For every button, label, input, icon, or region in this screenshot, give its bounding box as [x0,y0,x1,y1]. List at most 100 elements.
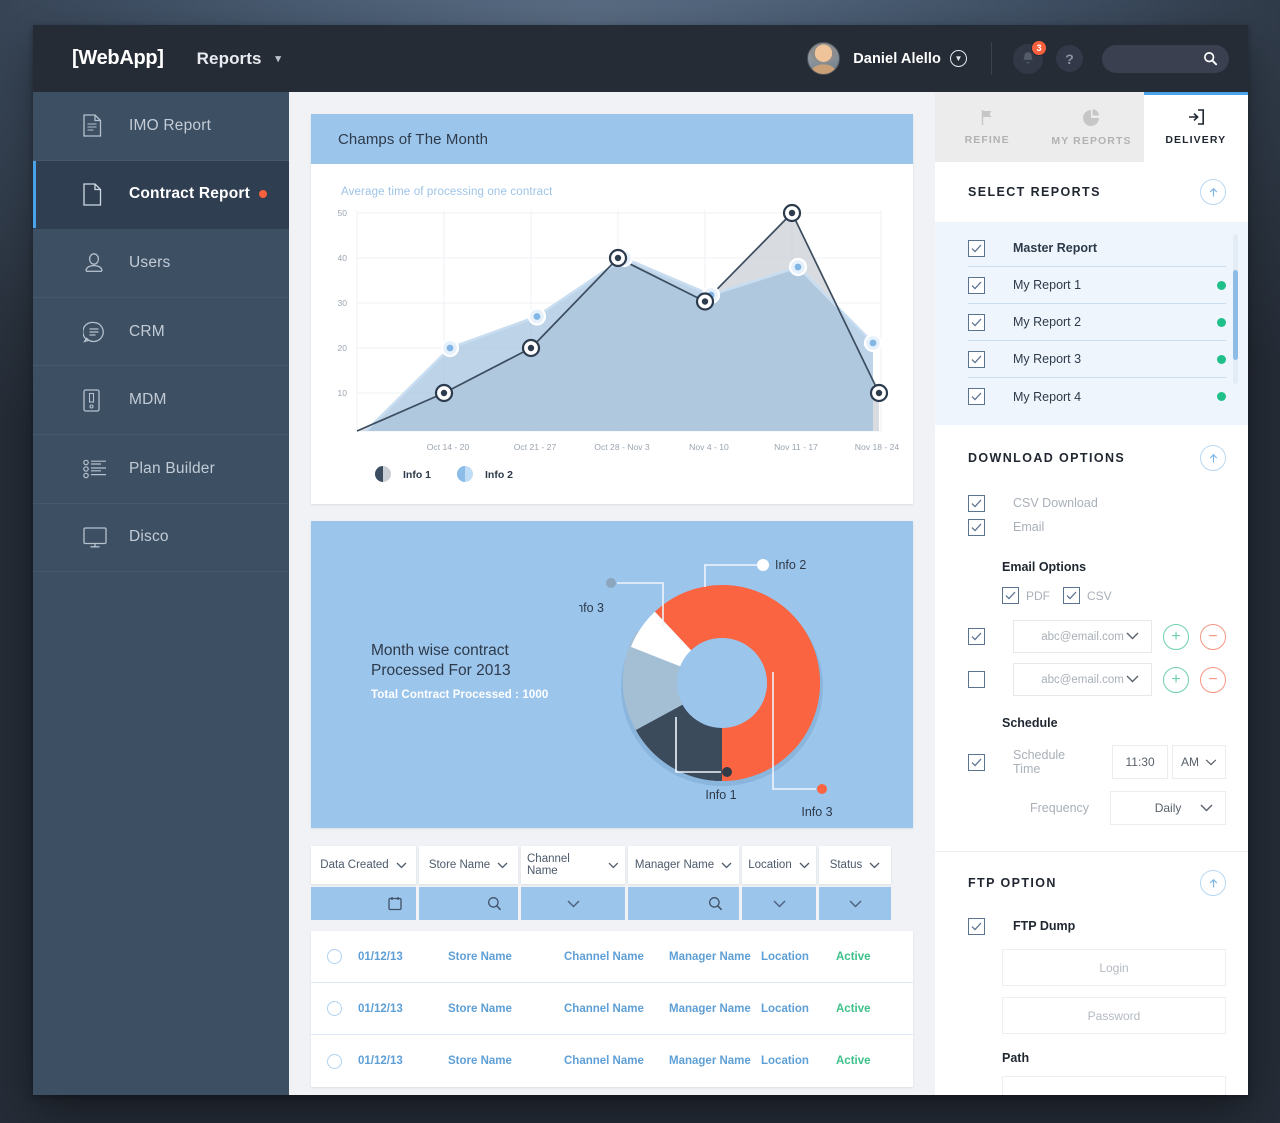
option-ftp-dump[interactable]: FTP Dump [968,914,1226,938]
report-item-my-report-1[interactable]: My Report 1 [968,267,1226,304]
remove-email-button[interactable]: − [1200,667,1226,693]
tab-refine[interactable]: REFINE [935,92,1039,162]
email-select-1[interactable]: abc@email.com [1013,620,1152,653]
option-label: Email [1013,520,1044,534]
schedule-label: Schedule [1002,716,1226,730]
filter-label: Manager Name [635,859,714,871]
table-row[interactable]: 01/12/13 Store Name Channel Name Manager… [311,983,913,1035]
checkbox-checked[interactable] [968,351,985,368]
collapse-select-reports-button[interactable] [1200,179,1226,205]
checkbox-checked[interactable] [968,388,985,405]
status-filter-select[interactable] [819,887,891,920]
avatar[interactable] [807,42,840,75]
svg-text:40: 40 [338,253,348,263]
tab-my-reports[interactable]: MY REPORTS [1039,92,1143,162]
select-reports-list: Master Report My Report 1 My Report 2 [935,222,1248,425]
sidebar-item-mdm[interactable]: MDM [33,366,289,435]
option-pdf[interactable]: PDF [1002,587,1050,604]
location-filter-select[interactable] [742,887,816,920]
notifications-button[interactable]: 3 [1013,44,1043,74]
table-row[interactable]: 01/12/13 Store Name Channel Name Manager… [311,931,913,983]
add-email-button[interactable]: + [1163,624,1189,650]
checkbox-checked[interactable] [968,918,985,935]
svg-text:50: 50 [338,208,348,218]
data-table: Data Created Store Name Channel Name Man… [311,846,913,1087]
checkbox-checked[interactable] [968,495,985,512]
email-select-2[interactable]: abc@email.com [1013,663,1152,696]
store-filter-search-input[interactable] [419,887,518,920]
checkbox-checked[interactable] [1063,587,1080,604]
document-lines-icon [83,114,109,137]
frequency-select[interactable]: Daily [1110,791,1226,825]
option-csv-download[interactable]: CSV Download [968,491,1226,515]
report-item-master-report[interactable]: Master Report [968,230,1226,267]
report-item-my-report-2[interactable]: My Report 2 [968,304,1226,341]
filter-label: Data Created [320,859,388,871]
filter-store-name[interactable]: Store Name [419,846,518,884]
remove-email-button[interactable]: − [1200,624,1226,650]
sidebar-item-plan-builder[interactable]: Plan Builder [33,435,289,504]
check-icon [971,922,982,931]
user-name: Daniel Alello [853,51,941,67]
sidebar-item-users[interactable]: Users [33,229,289,298]
section-title: DOWNLOAD OPTIONS [968,451,1125,465]
check-icon [971,499,982,508]
checkbox-unchecked[interactable] [968,671,985,688]
checkbox-checked[interactable] [968,519,985,536]
report-item-my-report-4[interactable]: My Report 4 [968,378,1226,415]
filter-data-created[interactable]: Data Created [311,846,416,884]
download-options-body: CSV Download Email Email Options PDF [935,491,1248,825]
meridiem-select[interactable]: AM [1172,745,1226,779]
checkbox-checked[interactable] [968,628,985,645]
sidebar-item-imo-report[interactable]: IMO Report [33,92,289,161]
sidebar-item-crm[interactable]: CRM [33,298,289,367]
reports-scrollbar[interactable] [1233,234,1238,384]
help-icon[interactable]: ? [1056,45,1083,72]
schedule-time-input[interactable]: 11:30 [1112,745,1168,779]
option-email[interactable]: Email [968,515,1226,539]
collapse-download-options-button[interactable] [1200,445,1226,471]
checkbox-checked[interactable] [1002,587,1019,604]
row-select-radio[interactable] [327,1054,342,1069]
ftp-path-input[interactable] [1002,1076,1226,1095]
table-filter-header-row: Data Created Store Name Channel Name Man… [311,846,913,884]
checkbox-checked[interactable] [968,240,985,257]
channel-filter-select[interactable] [521,887,625,920]
x-tick-label: Oct 14 - 20 [427,442,470,452]
ftp-login-input[interactable]: Login [1002,949,1226,986]
collapse-ftp-option-button[interactable] [1200,870,1226,896]
app-logo[interactable]: [WebApp] [72,47,164,70]
row-select-radio[interactable] [327,1001,342,1016]
callout-label: Info 3 [579,601,604,615]
nav-reports-dropdown[interactable]: Reports ▾ [197,49,281,69]
schedule-time-row: Schedule Time 11:30 AM [968,745,1226,779]
top-bar: [WebApp] Reports ▾ Daniel Alello ▼ 3 ? [33,25,1248,92]
checkbox-checked[interactable] [968,754,985,771]
filter-location[interactable]: Location [742,846,816,884]
ftp-password-input[interactable]: Password [1002,997,1226,1034]
sidebar-item-contract-report[interactable]: Contract Report [33,161,289,230]
sidebar-item-disco[interactable]: Disco [33,504,289,573]
cell-status: Active [836,1055,871,1067]
filter-status[interactable]: Status [819,846,891,884]
search-icon [487,896,502,911]
filter-manager-name[interactable]: Manager Name [628,846,739,884]
table-row[interactable]: 01/12/13 Store Name Channel Name Manager… [311,1035,913,1087]
table-body: 01/12/13 Store Name Channel Name Manager… [311,931,913,1087]
manager-filter-search-input[interactable] [628,887,739,920]
cell-date: 01/12/13 [358,1003,448,1015]
table-filter-input-row [311,887,913,920]
checkbox-checked[interactable] [968,277,985,294]
filter-channel-name[interactable]: Channel Name [521,846,625,884]
search-input[interactable] [1102,45,1229,73]
checkbox-checked[interactable] [968,314,985,331]
add-email-button[interactable]: + [1163,667,1189,693]
report-item-my-report-3[interactable]: My Report 3 [968,341,1226,378]
donut-text-block: Month wise contract Processed For 2013 T… [371,641,548,701]
row-select-radio[interactable] [327,949,342,964]
chevron-down-icon [396,862,407,869]
user-menu-chevron-down-icon[interactable]: ▼ [950,50,967,67]
tab-delivery[interactable]: DELIVERY [1144,92,1248,162]
date-filter-input[interactable] [311,887,416,920]
option-csv[interactable]: CSV [1063,587,1112,604]
